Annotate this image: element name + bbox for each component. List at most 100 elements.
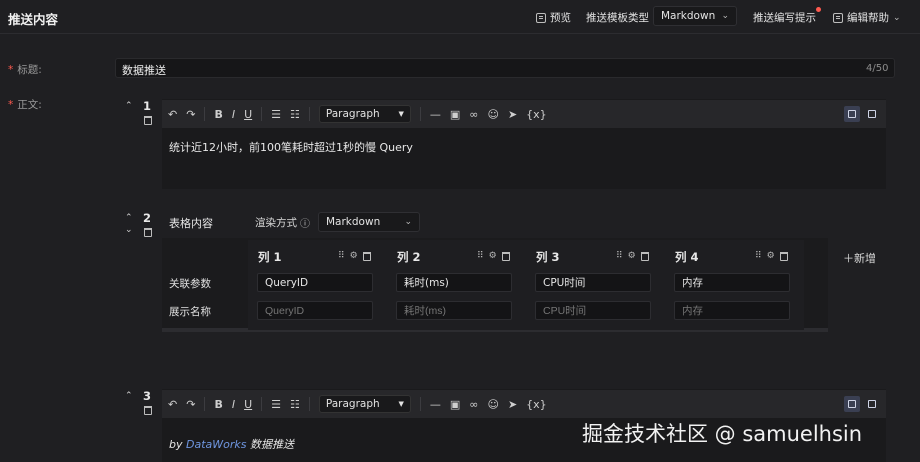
gear-icon[interactable]: ⚙ <box>350 251 358 261</box>
param-cell[interactable]: CPU时间 <box>535 273 651 292</box>
ordered-list-icon[interactable]: ☷ <box>290 398 300 411</box>
link-icon[interactable]: ∞ <box>469 398 478 411</box>
display-name-input[interactable] <box>674 301 790 320</box>
cursor-icon[interactable]: ➤ <box>508 398 517 411</box>
preview-label: 预览 <box>550 12 571 24</box>
column-header-3: 列 3 <box>536 250 560 264</box>
gear-icon[interactable]: ⚙ <box>489 251 497 261</box>
collapse-up-icon[interactable]: ⌃ <box>125 101 133 111</box>
rich-view-icon[interactable] <box>844 106 860 122</box>
italic-button[interactable]: I <box>232 108 235 121</box>
column-header-2: 列 2 <box>397 250 421 264</box>
column-header-4: 列 4 <box>675 250 699 264</box>
source-view-icon[interactable] <box>864 106 880 122</box>
image-icon[interactable]: ▣ <box>450 108 460 121</box>
source-view-icon[interactable] <box>864 396 880 412</box>
delete-icon[interactable] <box>640 251 649 261</box>
italic-button[interactable]: I <box>232 398 235 411</box>
undo-icon[interactable]: ↶ <box>168 398 177 411</box>
delete-icon[interactable] <box>362 251 371 261</box>
toolbar-divider <box>308 397 310 411</box>
row-label-params: 关联参数 <box>169 278 211 290</box>
ordered-list-icon[interactable]: ☷ <box>290 108 300 121</box>
bullet-list-icon[interactable]: ☰ <box>271 398 281 411</box>
notification-dot <box>816 7 821 12</box>
writing-tips-button[interactable]: 推送编写提示 <box>753 10 816 25</box>
emoji-icon[interactable]: ☺ <box>487 398 498 411</box>
toolbar-divider <box>261 397 263 411</box>
required-marker: * <box>8 64 14 76</box>
toolbar-divider <box>308 107 310 121</box>
gear-icon[interactable]: ⚙ <box>767 251 775 261</box>
column-2-controls: ⠿ ⚙ <box>477 251 510 261</box>
undo-icon[interactable]: ↶ <box>168 108 177 121</box>
edit-help-label: 编辑帮助 <box>847 12 889 24</box>
param-cell[interactable]: 内存 <box>674 273 790 292</box>
gear-icon[interactable]: ⚙ <box>628 251 636 261</box>
page-title: 推送内容 <box>8 12 59 27</box>
delete-icon[interactable] <box>144 406 152 415</box>
info-icon: ⓘ <box>300 219 310 230</box>
paragraph-select[interactable]: Paragraph ▼ <box>318 395 411 413</box>
bullet-list-icon[interactable]: ☰ <box>271 108 281 121</box>
required-marker: * <box>8 99 14 111</box>
param-cell[interactable]: QueryID <box>257 273 373 292</box>
render-mode-select[interactable]: Markdown ⌄ <box>318 212 420 232</box>
title-input-value: 数据推送 <box>122 64 166 77</box>
image-icon[interactable]: ▣ <box>450 398 460 411</box>
delete-icon[interactable] <box>144 116 152 125</box>
delete-icon[interactable] <box>501 251 510 261</box>
bold-button[interactable]: B <box>214 108 222 121</box>
param-cell[interactable]: 耗时(ms) <box>396 273 512 292</box>
block-1-text[interactable]: 统计近12小时，前100笔耗时超过1秒的慢 Query <box>169 139 413 155</box>
help-doc-icon <box>833 12 843 23</box>
block-number-3: 3 <box>143 389 152 403</box>
horizontal-rule-icon[interactable]: — <box>430 108 441 121</box>
emoji-icon[interactable]: ☺ <box>487 108 498 121</box>
delete-icon[interactable] <box>779 251 788 261</box>
underline-button[interactable]: U <box>244 398 252 411</box>
underline-button[interactable]: U <box>244 108 252 121</box>
toolbar-divider <box>204 397 206 411</box>
edit-help-button[interactable]: 编辑帮助 ⌄ <box>833 10 901 25</box>
add-column-button[interactable]: ＋新增 <box>843 250 876 266</box>
chevron-down-icon: ⌄ <box>721 11 729 21</box>
block-3-text[interactable]: by DataWorks 数据推送 <box>169 436 294 452</box>
plus-icon: ＋ <box>843 252 854 265</box>
block-number-1: 1 <box>143 99 152 113</box>
variable-button[interactable]: {x} <box>526 108 547 121</box>
link-icon[interactable]: ∞ <box>469 108 478 121</box>
chevron-down-icon: ⌄ <box>404 217 412 227</box>
bold-button[interactable]: B <box>214 398 222 411</box>
template-type-select[interactable]: Markdown ⌄ <box>653 6 737 26</box>
template-type-value: Markdown <box>661 10 716 22</box>
rich-view-icon[interactable] <box>844 396 860 412</box>
cursor-icon[interactable]: ➤ <box>508 108 517 121</box>
collapse-up-icon[interactable]: ⌃ <box>125 391 133 401</box>
drag-handle-icon[interactable]: ⠿ <box>616 251 623 261</box>
move-up-icon[interactable]: ⌃ <box>125 213 133 223</box>
display-name-input[interactable] <box>396 301 512 320</box>
move-down-icon[interactable]: ⌄ <box>125 225 133 235</box>
drag-handle-icon[interactable]: ⠿ <box>755 251 762 261</box>
preview-button[interactable]: 预览 <box>536 10 571 25</box>
render-mode-label: 渲染方式 <box>255 217 297 229</box>
title-input[interactable] <box>115 58 895 78</box>
title-char-count: 4/50 <box>866 63 889 74</box>
footer-prefix: by <box>169 438 183 451</box>
editor-toolbar-1: ↶ ↷ B I U ☰ ☷ Paragraph ▼ — ▣ ∞ ☺ ➤ {x} <box>162 100 886 128</box>
column-4-controls: ⠿ ⚙ <box>755 251 788 261</box>
drag-handle-icon[interactable]: ⠿ <box>338 251 345 261</box>
redo-icon[interactable]: ↷ <box>186 108 195 121</box>
redo-icon[interactable]: ↷ <box>186 398 195 411</box>
variable-button[interactable]: {x} <box>526 398 547 411</box>
horizontal-rule-icon[interactable]: — <box>430 398 441 411</box>
display-name-input[interactable] <box>257 301 373 320</box>
block-number-2: 2 <box>143 211 152 225</box>
column-3-controls: ⠿ ⚙ <box>616 251 649 261</box>
drag-handle-icon[interactable]: ⠿ <box>477 251 484 261</box>
dataworks-link[interactable]: DataWorks <box>186 438 247 451</box>
delete-icon[interactable] <box>144 228 152 237</box>
display-name-input[interactable] <box>535 301 651 320</box>
paragraph-select[interactable]: Paragraph ▼ <box>318 105 411 123</box>
